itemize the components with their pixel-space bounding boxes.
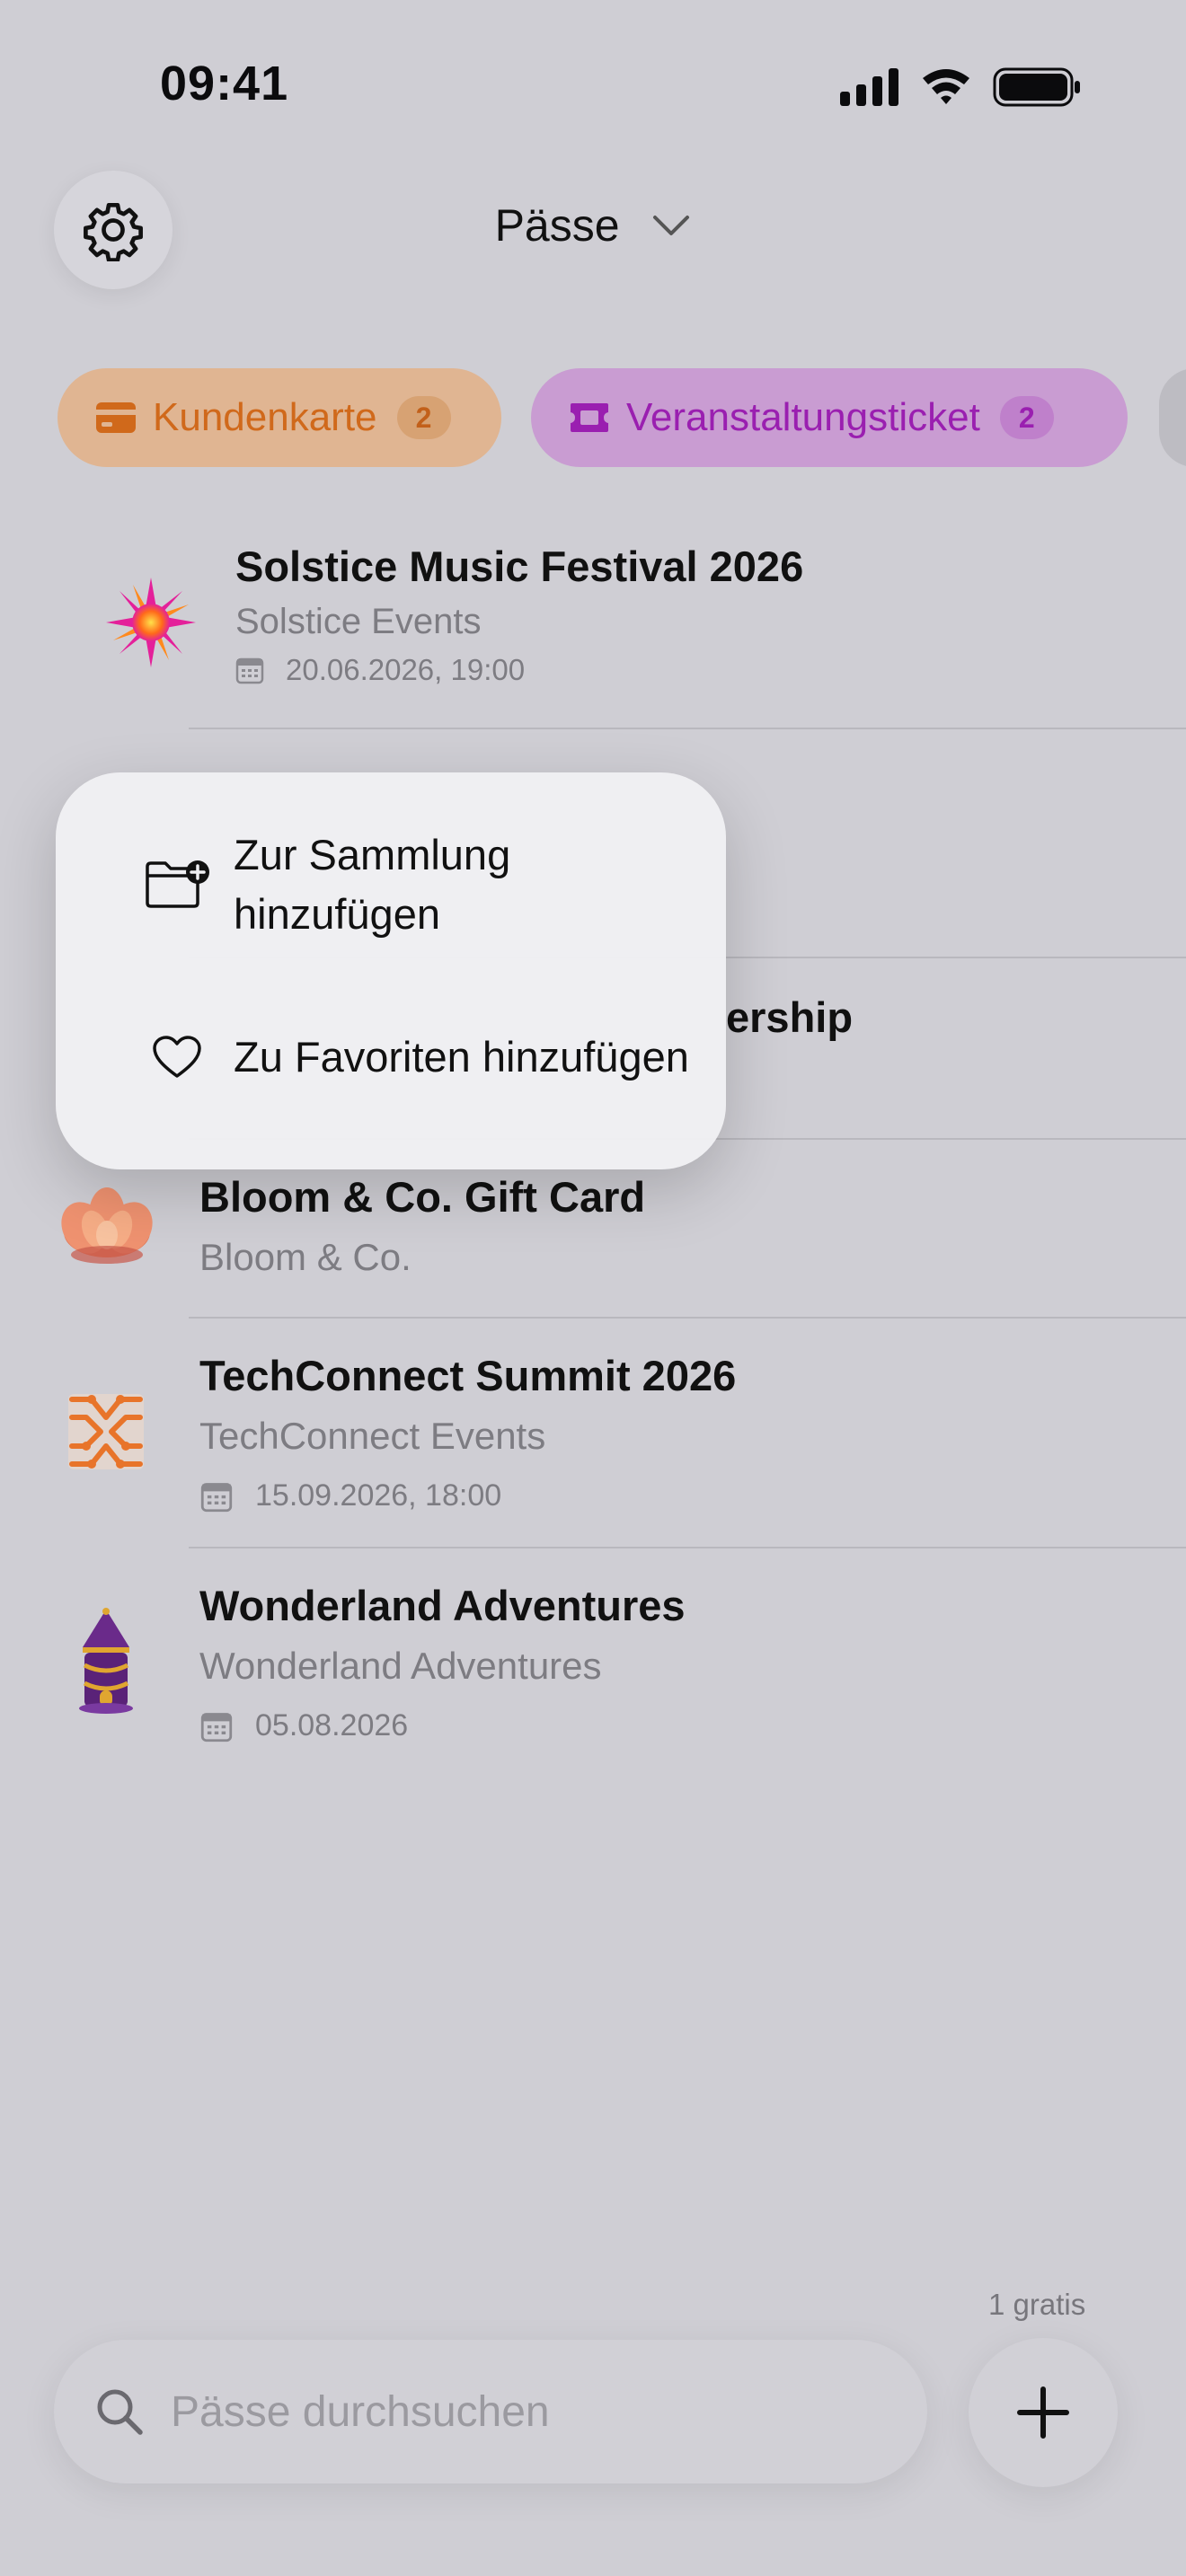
flower-logo-icon [58, 1183, 156, 1273]
add-pass-button[interactable] [969, 2338, 1118, 2487]
pass-issuer: Solstice Events [235, 602, 482, 641]
calendar-icon [200, 1482, 233, 1512]
list-item[interactable]: Solstice Music Festival 2026 Solstice Ev… [0, 525, 1186, 728]
pass-title: TechConnect Summit 2026 [199, 1352, 737, 1399]
page-title: Pässe [494, 199, 620, 251]
pass-title: Wonderland Adventures [199, 1582, 686, 1629]
pass-date: 15.09.2026, 18:00 [199, 1478, 501, 1513]
filter-chip-more[interactable] [1159, 368, 1186, 467]
add-to-collection-menu-item[interactable]: Zur Sammlung hinzufügen [56, 799, 726, 970]
pass-date-text: 05.08.2026 [255, 1708, 409, 1742]
circuit-logo-icon [65, 1390, 147, 1473]
plus-icon [1017, 2386, 1069, 2439]
signal-icon [840, 68, 898, 106]
pass-issuer: Bloom & Co. [199, 1236, 412, 1278]
list-item[interactable]: TechConnect Summit 2026 TechConnect Even… [0, 1319, 1186, 1547]
chip-label: Veranstaltungsticket [626, 395, 980, 439]
filter-chip-veranstaltungsticket[interactable]: Veranstaltungsticket 2 [531, 368, 1128, 467]
pass-date: 20.06.2026, 19:00 [235, 653, 525, 687]
menu-item-label: Zur Sammlung hinzufügen [234, 831, 511, 938]
chevron-down-icon [653, 215, 690, 235]
castle-logo-icon [70, 1608, 142, 1716]
heart-icon [153, 1036, 201, 1078]
ticket-icon [571, 403, 608, 432]
calendar-icon [235, 657, 264, 684]
wifi-icon [923, 69, 969, 104]
search-icon [97, 2389, 143, 2435]
pass-title: Bloom & Co. Gift Card [199, 1173, 646, 1221]
search-input[interactable] [169, 2386, 855, 2438]
pass-type-selector[interactable]: Pässe [0, 196, 1186, 251]
chip-count-badge: 2 [999, 396, 1054, 439]
filter-chip-kundenkarte[interactable]: Kundenkarte 2 [58, 368, 501, 467]
pass-issuer: TechConnect Events [199, 1415, 546, 1457]
chip-label: Kundenkarte [153, 395, 377, 439]
pass-title: Solstice Music Festival 2026 [235, 543, 804, 590]
chip-count-badge: 2 [396, 396, 451, 439]
pass-date-text: 20.06.2026, 19:00 [286, 653, 526, 686]
pass-issuer: Wonderland Adventures [199, 1645, 602, 1687]
status-time: 09:41 [160, 57, 289, 110]
search-bar[interactable] [54, 2340, 927, 2483]
folder-add-icon [146, 860, 209, 908]
status-icons [840, 65, 1083, 110]
sun-logo-icon [106, 578, 196, 667]
pass-title: ership [726, 993, 854, 1041]
free-passes-label: 1 gratis [988, 2288, 1086, 2321]
battery-icon [993, 67, 1080, 107]
menu-item-label: Zu Favoriten hinzufügen [234, 1033, 689, 1081]
add-to-favorites-menu-item[interactable]: Zu Favoriten hinzufügen [56, 972, 726, 1142]
list-item[interactable]: Wonderland Adventures Wonderland Adventu… [0, 1548, 1186, 1777]
pass-date: 05.08.2026 [199, 1708, 408, 1743]
pass-date-text: 15.09.2026, 18:00 [255, 1478, 502, 1513]
credit-card-icon [96, 402, 136, 433]
context-menu: Zur Sammlung hinzufügen Zu Favoriten hin… [56, 772, 726, 1169]
calendar-icon [200, 1712, 233, 1742]
